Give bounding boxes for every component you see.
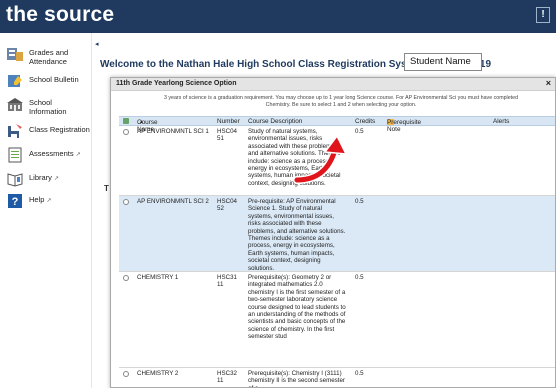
row-select-radio[interactable]: [123, 371, 129, 377]
gradebook-icon: [7, 48, 23, 61]
column-header-number[interactable]: Number: [217, 118, 240, 125]
course-name: AP ENVIRONMNTL SCI 2: [137, 198, 209, 205]
course-credits: 0.5: [355, 198, 364, 205]
table-row[interactable]: AP ENVIRONMNTL SCI 2 HSC04 52 Pre-requis…: [119, 196, 555, 272]
sidebar-item-school-info[interactable]: School Information: [6, 96, 91, 116]
collapse-sidebar-icon[interactable]: ◂: [95, 40, 99, 48]
sidebar-item-grades[interactable]: Grades and Attendance: [6, 46, 91, 66]
sidebar-item-label: Grades and Attendance: [29, 48, 69, 66]
course-description: Prerequisite(s): Geometry 2 or integrate…: [248, 274, 346, 341]
sidebar-item-label: Library ↗: [29, 173, 60, 182]
row-select-radio[interactable]: [123, 129, 129, 135]
course-number: HSC32 11: [217, 370, 237, 385]
sidebar-item-bulletin[interactable]: School Bulletin: [6, 73, 79, 89]
column-header-description[interactable]: Course Description: [248, 118, 302, 125]
course-name: CHEMISTRY 1: [137, 274, 179, 281]
column-header-credits[interactable]: Credits: [355, 118, 375, 125]
registration-chair-icon: [8, 124, 22, 138]
library-book-icon: [7, 173, 23, 187]
science-option-dialog: 11th Grade Yearlong Science Option × 3 y…: [110, 77, 556, 388]
course-name: CHEMISTRY 2: [137, 370, 179, 377]
top-bar: the source !: [0, 0, 556, 33]
course-credits: 0.5: [355, 370, 364, 377]
course-description: Pre-requisite: AP Environmental Science …: [248, 198, 346, 272]
student-name-field: Student Name: [404, 53, 482, 71]
external-link-icon: ↗: [46, 198, 52, 204]
alert-button[interactable]: !: [536, 7, 550, 23]
help-question-icon: ?: [8, 194, 22, 208]
select-column-icon: [123, 118, 129, 124]
school-building-icon: [7, 98, 23, 111]
external-link-icon: ↗: [54, 176, 60, 182]
sidebar-item-help[interactable]: ? Help ↗: [6, 193, 52, 209]
bulletin-icon: [8, 75, 22, 87]
row-select-radio[interactable]: [123, 199, 129, 205]
dialog-instructions: 3 years of science is a graduation requi…: [163, 95, 519, 108]
red-annotation-arrow-icon: [293, 134, 348, 184]
course-number: HSC04 51: [217, 128, 237, 143]
course-name: AP ENVIRONMNTL SCI 1: [137, 128, 209, 135]
sidebar-item-assessments[interactable]: Assessments ↗: [6, 147, 81, 163]
sidebar-item-library[interactable]: Library ↗: [6, 171, 59, 187]
sidebar: Grades and Attendance School Bulletin Sc…: [0, 33, 92, 388]
column-header-alerts[interactable]: Alerts: [493, 118, 509, 125]
sidebar-item-label: Assessments ↗: [29, 149, 81, 158]
table-row[interactable]: CHEMISTRY 2 HSC32 11 Prerequisite(s): Ch…: [119, 368, 555, 387]
assessment-clipboard-icon: [8, 147, 22, 163]
course-credits: 0.5: [355, 128, 364, 135]
course-number: HSC31 11: [217, 274, 237, 289]
sidebar-item-class-registration[interactable]: Class Registration: [6, 123, 90, 139]
close-icon[interactable]: ×: [546, 78, 551, 88]
dialog-title: 11th Grade Yearlong Science Option: [116, 80, 237, 87]
dialog-header: 11th Grade Yearlong Science Option ×: [111, 78, 555, 91]
sidebar-item-label: Class Registration: [29, 125, 90, 134]
sort-caret-icon: ▲: [139, 119, 144, 125]
table-row[interactable]: CHEMISTRY 1 HSC31 11 Prerequisite(s): Ge…: [119, 272, 555, 368]
course-number: HSC04 52: [217, 198, 237, 213]
course-credits: 0.5: [355, 274, 364, 281]
row-select-radio[interactable]: [123, 275, 129, 281]
sidebar-item-label: School Bulletin: [29, 75, 79, 84]
background-heading-fragment: T: [104, 184, 109, 193]
sidebar-item-label: School Information: [29, 98, 67, 116]
brand-logo: the source: [6, 3, 115, 26]
table-header: Course Name ▲ Number Course Description C…: [119, 116, 555, 133]
sidebar-item-label: Help ↗: [29, 195, 52, 204]
external-link-icon: ↗: [75, 152, 81, 158]
svg-text:?: ?: [12, 196, 19, 208]
course-description: Prerequisite(s): Chemistry I (3111) chem…: [248, 370, 345, 387]
